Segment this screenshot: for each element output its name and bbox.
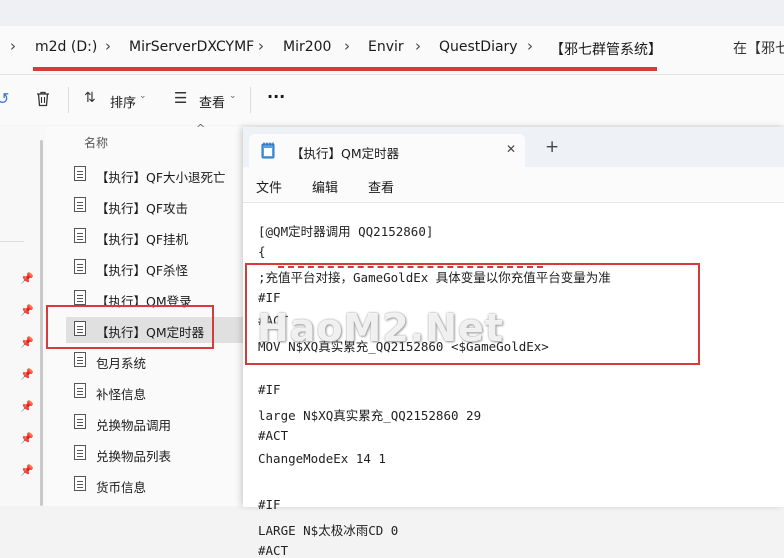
- file-item[interactable]: 兑换物品列表: [66, 441, 246, 467]
- file-item-label: 兑换物品调用: [96, 418, 172, 433]
- pin-icon[interactable]: 📌: [20, 336, 34, 349]
- pin-icon[interactable]: 📌: [20, 272, 34, 285]
- view-icon[interactable]: ☰: [174, 89, 187, 107]
- sort-caret-icon[interactable]: ^: [196, 122, 205, 135]
- text-file-icon: [74, 290, 86, 305]
- notepad-menu-bar: 文件 编辑 查看: [243, 167, 784, 201]
- file-item-label: 【执行】QF挂机: [96, 232, 189, 247]
- file-item[interactable]: 包月系统: [66, 348, 246, 374]
- file-item-label: 包月系统: [96, 356, 147, 371]
- nav-scrollbar[interactable]: [40, 140, 43, 506]
- sort-button[interactable]: 排序: [110, 92, 136, 111]
- file-item-label: 货币信息: [96, 480, 147, 495]
- text-file-icon: [74, 228, 86, 243]
- chevron-down-icon[interactable]: ⌄: [139, 91, 147, 101]
- toolbar-divider: [250, 87, 251, 113]
- chevron-right-icon[interactable]: ›: [258, 37, 264, 55]
- breadcrumb-item-drive[interactable]: m2d (D:): [35, 39, 97, 55]
- file-item[interactable]: 补怪信息: [66, 379, 246, 405]
- text-file-icon: [74, 445, 86, 460]
- code-line: {: [258, 244, 266, 259]
- code-line: #ACT: [258, 428, 289, 443]
- delete-icon[interactable]: [34, 90, 52, 108]
- close-tab-icon[interactable]: ✕: [506, 142, 516, 156]
- file-item-label: 【执行】QF攻击: [96, 201, 189, 216]
- file-item[interactable]: 【执行】QF杀怪: [66, 255, 246, 281]
- code-highlight-box: [245, 263, 700, 365]
- code-line: [@QM定时器调用 QQ2152860]: [258, 224, 434, 239]
- code-line: LARGE N$太极冰雨CD 0: [258, 523, 399, 538]
- notepad-icon: [261, 142, 275, 159]
- menu-file[interactable]: 文件: [256, 177, 282, 196]
- chevron-down-icon[interactable]: ⌄: [229, 91, 237, 101]
- code-line: ChangeModeEx 14 1: [258, 451, 386, 466]
- code-line: large N$XQ真实累充_QQ2152860 29: [258, 408, 482, 423]
- search-box-hint[interactable]: 在【邪七: [733, 38, 784, 58]
- text-file-icon: [74, 476, 86, 491]
- code-line: #IF: [258, 497, 281, 512]
- chevron-right-icon[interactable]: ›: [415, 37, 421, 55]
- menu-view[interactable]: 查看: [368, 177, 394, 196]
- selected-file-highlight-box: [46, 305, 214, 349]
- text-file-icon: [74, 414, 86, 429]
- pin-icon[interactable]: 📌: [20, 400, 34, 413]
- notepad-tab-title: 【执行】QM定时器: [291, 146, 400, 161]
- notepad-window: 【执行】QM定时器 ✕ + 文件 编辑 查看 [@QM定时器调用 QQ21528…: [243, 127, 784, 558]
- pin-icon[interactable]: 📌: [20, 368, 34, 381]
- path-highlight-underline: [33, 67, 657, 71]
- column-header-name[interactable]: 名称: [84, 134, 108, 151]
- explorer-toolbar: ↺ ⇅ 排序 ⌄ ☰ 查看 ⌄ ···: [0, 75, 784, 125]
- breadcrumb-item-envir[interactable]: Envir: [368, 39, 404, 55]
- share-icon[interactable]: ↺: [0, 89, 9, 108]
- pin-icon[interactable]: 📌: [20, 304, 34, 317]
- file-item-label: 补怪信息: [96, 387, 147, 402]
- file-item[interactable]: 【执行】QF攻击: [66, 193, 246, 219]
- file-item[interactable]: 【执行】QF挂机: [66, 224, 246, 250]
- toolbar-divider: [68, 87, 69, 113]
- more-options-icon[interactable]: ···: [267, 87, 285, 106]
- text-file-icon: [74, 383, 86, 398]
- chevron-right-icon[interactable]: ›: [527, 37, 533, 55]
- file-item[interactable]: 【执行】QF大小退死亡: [66, 162, 246, 188]
- breadcrumb-item-mirserver[interactable]: MirServerDXCYMF: [129, 39, 254, 55]
- text-file-icon: [74, 197, 86, 212]
- nav-divider: [0, 241, 24, 242]
- code-line: #IF: [258, 382, 281, 397]
- dashed-annotation-line: [278, 266, 543, 268]
- breadcrumb-item-questdiary[interactable]: QuestDiary: [439, 39, 518, 55]
- chevron-right-icon[interactable]: ›: [105, 37, 111, 55]
- file-item-label: 【执行】QF大小退死亡: [96, 170, 226, 185]
- breadcrumb-item-mir200[interactable]: Mir200: [283, 39, 331, 55]
- code-line: #ACT: [258, 543, 289, 558]
- view-button[interactable]: 查看: [199, 92, 225, 111]
- text-file-icon: [74, 166, 86, 181]
- file-item-label: 【执行】QF杀怪: [96, 263, 189, 278]
- file-item-label: 兑换物品列表: [96, 449, 172, 464]
- text-file-icon: [74, 259, 86, 274]
- sort-icon[interactable]: ⇅: [84, 90, 96, 106]
- file-item[interactable]: 货币信息: [66, 472, 246, 498]
- notepad-tab[interactable]: 【执行】QM定时器 ✕: [249, 134, 525, 167]
- text-file-icon: [74, 352, 86, 367]
- notepad-tab-bar: 【执行】QM定时器 ✕ +: [243, 127, 784, 167]
- breadcrumb-item-current[interactable]: 【邪七群管系统】: [550, 39, 662, 59]
- file-item[interactable]: 兑换物品调用: [66, 410, 246, 436]
- chevron-right-icon[interactable]: ›: [10, 37, 16, 55]
- pin-icon[interactable]: 📌: [20, 464, 34, 477]
- chevron-right-icon[interactable]: ›: [344, 37, 350, 55]
- pin-icon[interactable]: 📌: [20, 432, 34, 445]
- new-tab-icon[interactable]: +: [545, 137, 559, 157]
- title-strip: [0, 0, 784, 26]
- menu-edit[interactable]: 编辑: [312, 177, 338, 196]
